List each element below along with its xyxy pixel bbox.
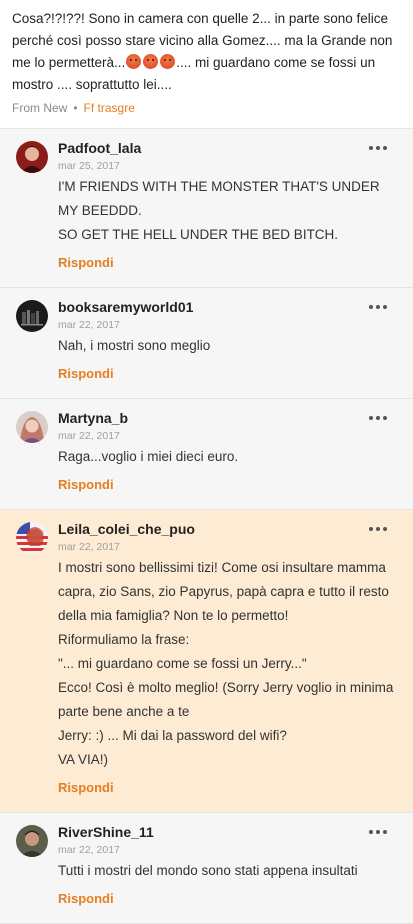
avatar[interactable] (16, 141, 48, 173)
avatar[interactable] (16, 522, 48, 554)
comment-username[interactable]: Martyna_b (58, 409, 401, 427)
angry-face-icon (143, 54, 159, 69)
more-options-icon[interactable] (369, 302, 389, 312)
comment-line: Tutti i mostri del mondo sono stati appe… (58, 863, 358, 878)
reply-button[interactable]: Rispondi (58, 249, 401, 277)
comment-username[interactable]: booksaremyworld01 (58, 298, 401, 316)
comment-body: Tutti i mostri del mondo sono stati appe… (58, 859, 401, 883)
reply-button[interactable]: Rispondi (58, 885, 401, 913)
comment-item: booksaremyworld01 mar 22, 2017 Nah, i mo… (0, 288, 413, 399)
author-link[interactable]: Ff trasgre (84, 101, 135, 115)
comments-list: Padfoot_lala mar 25, 2017 I'M FRIENDS WI… (0, 129, 413, 924)
separator-dot: • (73, 101, 78, 115)
avatar[interactable] (16, 825, 48, 857)
angry-face-icon (160, 54, 176, 69)
avatar-books-dark-icon (16, 300, 48, 332)
paragraph-meta: From New • Ff trasgre (12, 98, 401, 118)
comment-date: mar 25, 2017 (58, 160, 120, 172)
comment-username[interactable]: RiverShine_11 (58, 823, 401, 841)
comment-line: Ecco! Così è molto meglio! (Sorry Jerry … (58, 680, 394, 719)
more-options-icon[interactable] (369, 524, 389, 534)
comment-line: I'M FRIENDS WITH THE MONSTER THAT'S UNDE… (58, 179, 380, 218)
more-options-icon[interactable] (369, 827, 389, 837)
avatar-girl-portrait-icon (16, 411, 48, 443)
reply-button[interactable]: Rispondi (58, 360, 401, 388)
paragraph-text: Cosa?!?!??! Sono in camera con quelle 2.… (12, 11, 393, 92)
more-options-icon[interactable] (369, 413, 389, 423)
source-label: From New (12, 101, 68, 115)
comment-date: mar 22, 2017 (58, 541, 120, 553)
comment-body: I'M FRIENDS WITH THE MONSTER THAT'S UNDE… (58, 175, 401, 247)
comment-date: mar 22, 2017 (58, 319, 120, 331)
comment-date: mar 22, 2017 (58, 430, 120, 442)
story-paragraph: Cosa?!?!??! Sono in camera con quelle 2.… (0, 0, 413, 129)
avatar-flag-portrait-icon (16, 522, 48, 554)
comment-line: Riformuliamo la frase: (58, 632, 190, 647)
avatar[interactable] (16, 300, 48, 332)
comment-line: SO GET THE HELL UNDER THE BED BITCH. (58, 227, 339, 242)
comment-username[interactable]: Leila_colei_che_puo (58, 520, 401, 538)
comment-line: Jerry: :) ... Mi dai la password del wif… (58, 728, 287, 743)
comment-body: Nah, i mostri sono meglio (58, 334, 401, 358)
angry-face-icon (126, 54, 142, 69)
comment-item: Martyna_b mar 22, 2017 Raga...voglio i m… (0, 399, 413, 510)
comment-item-highlighted: Leila_colei_che_puo mar 22, 2017 I mostr… (0, 510, 413, 813)
comment-line: I mostri sono bellissimi tizi! Come osi … (58, 560, 389, 623)
reply-button[interactable]: Rispondi (58, 471, 401, 499)
comment-body: Raga...voglio i miei dieci euro. (58, 445, 401, 469)
comment-item: Padfoot_lala mar 25, 2017 I'M FRIENDS WI… (0, 129, 413, 288)
comment-line: Raga...voglio i miei dieci euro. (58, 449, 239, 464)
comment-item: RiverShine_11 mar 22, 2017 Tutti i mostr… (0, 813, 413, 924)
avatar[interactable] (16, 411, 48, 443)
comment-username[interactable]: Padfoot_lala (58, 139, 401, 157)
avatar-red-portrait-icon (16, 141, 48, 173)
avatar-man-portrait-icon (16, 825, 48, 857)
comment-line: "... mi guardano come se fossi un Jerry.… (58, 656, 307, 671)
comment-body: I mostri sono bellissimi tizi! Come osi … (58, 556, 401, 772)
comment-line: Nah, i mostri sono meglio (58, 338, 211, 353)
comment-date: mar 22, 2017 (58, 844, 120, 856)
reply-button[interactable]: Rispondi (58, 774, 401, 802)
comment-line: VA VIA!) (58, 752, 109, 767)
more-options-icon[interactable] (369, 143, 389, 153)
